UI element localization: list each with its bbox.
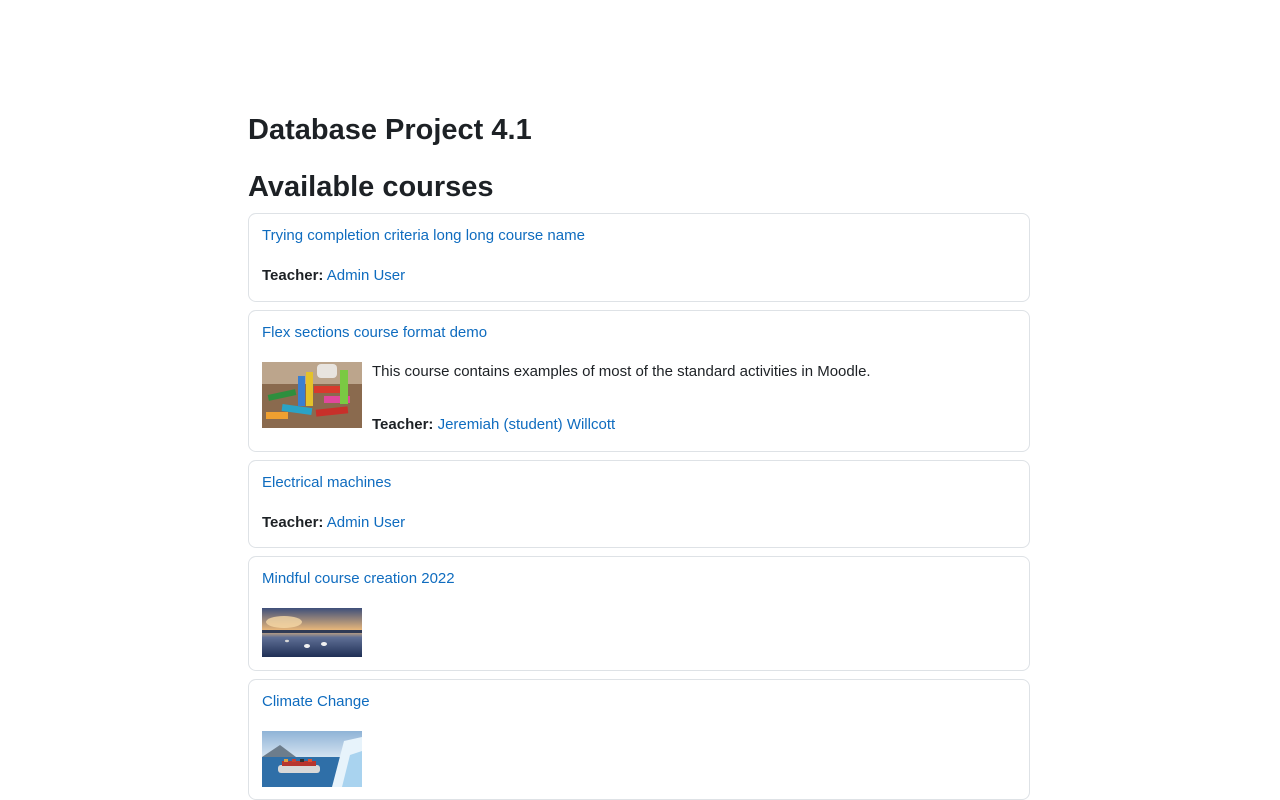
course-box: Flex sections course format demo This co… (248, 310, 1030, 452)
teacher-name-link[interactable]: Jeremiah (student) Willcott (438, 416, 616, 433)
course-image[interactable] (262, 608, 362, 657)
teacher-role-label: Teacher: (262, 267, 324, 284)
course-name-link[interactable]: Mindful course creation 2022 (262, 570, 455, 588)
teacher-name-link[interactable]: Admin User (327, 514, 405, 531)
course-name-link[interactable]: Trying completion criteria long long cou… (262, 227, 585, 245)
course-name-link[interactable]: Electrical machines (262, 474, 391, 492)
course-teacher: Teacher: Admin User (262, 514, 405, 532)
course-box: Mindful course creation 2022 (248, 556, 1030, 671)
course-box: Climate Change (248, 679, 1030, 800)
course-name-link[interactable]: Climate Change (262, 693, 370, 711)
course-image[interactable] (262, 731, 362, 787)
course-box: Electrical machines Teacher: Admin User (248, 460, 1030, 548)
teacher-name-link[interactable]: Admin User (327, 267, 405, 284)
course-image[interactable] (262, 362, 362, 428)
teacher-role-label: Teacher: (262, 514, 324, 531)
teacher-role-label: Teacher: (372, 416, 434, 433)
course-teacher: Teacher: Admin User (262, 267, 405, 285)
site-title: Database Project 4.1 (248, 114, 532, 146)
course-summary: This course contains examples of most of… (372, 363, 871, 380)
course-name-link[interactable]: Flex sections course format demo (262, 324, 487, 342)
course-teacher: Teacher: Jeremiah (student) Willcott (372, 416, 615, 434)
course-box: Trying completion criteria long long cou… (248, 213, 1030, 302)
available-courses-heading: Available courses (248, 171, 494, 203)
